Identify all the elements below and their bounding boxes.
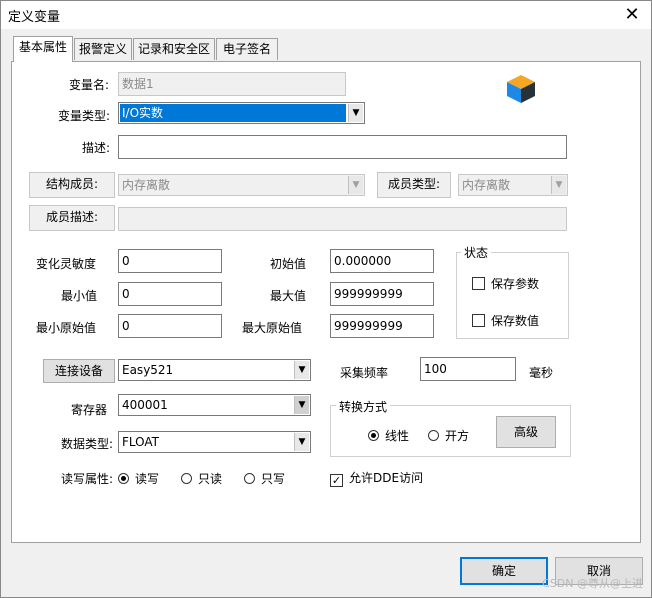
checkbox-icon[interactable] [472, 277, 485, 290]
dde-label: 允许DDE访问 [349, 471, 424, 485]
min-raw-input[interactable]: 0 [118, 314, 222, 338]
var-name-label: 变量名: [69, 78, 110, 92]
device-select[interactable]: Easy521 ▼ [118, 359, 311, 381]
watermark-text: CSDN @尊从@上进 [542, 577, 643, 590]
freq-input[interactable]: 100 [420, 357, 516, 381]
member-desc-input [118, 207, 567, 231]
datatype-label: 数据类型: [61, 437, 114, 451]
chevron-down-icon: ▼ [348, 176, 363, 194]
initial-value-label: 初始值 [270, 257, 307, 271]
linear-radio[interactable]: 线性 [368, 427, 409, 444]
close-icon[interactable]: ✕ [621, 4, 643, 26]
conversion-group-title: 转换方式 [336, 398, 391, 415]
radio-icon[interactable] [428, 430, 439, 441]
window-title: 定义变量 [8, 10, 61, 25]
readwrite-radio[interactable]: 读写 [118, 470, 159, 487]
freq-label: 采集频率 [340, 366, 389, 380]
radio-icon[interactable] [244, 473, 255, 484]
save-params-checkbox[interactable]: 保存参数 [472, 275, 539, 292]
writeonly-label: 只写 [261, 472, 286, 486]
readonly-label: 只读 [198, 472, 223, 486]
chevron-down-icon[interactable]: ▼ [294, 361, 309, 379]
ok-button[interactable]: 确定 [460, 557, 548, 585]
initial-value-input[interactable]: 0.000000 [330, 249, 434, 273]
tab-record-security[interactable]: 记录和安全区 [133, 38, 215, 60]
max-raw-input[interactable]: 999999999 [330, 314, 434, 338]
description-label: 描述: [82, 141, 111, 155]
dde-checkbox[interactable]: ✓ 允许DDE访问 [330, 469, 423, 487]
radio-icon[interactable] [181, 473, 192, 484]
checkbox-icon[interactable] [472, 314, 485, 327]
member-desc-label: 成员描述: [29, 205, 115, 231]
writeonly-radio[interactable]: 只写 [244, 470, 285, 487]
radio-selected-icon[interactable] [368, 430, 379, 441]
sensitivity-input[interactable]: 0 [118, 249, 222, 273]
var-type-value: I/O实数 [120, 104, 346, 122]
readwrite-label: 读写 [135, 472, 160, 486]
register-label: 寄存器 [71, 403, 108, 417]
cube-icon [507, 75, 535, 103]
title-bar: 定义变量 ✕ [1, 1, 651, 29]
register-value: 400001 [122, 398, 168, 412]
description-input[interactable] [118, 135, 567, 159]
min-value-label: 最小值 [61, 289, 98, 303]
device-value: Easy521 [122, 363, 174, 377]
status-group-title: 状态 [461, 244, 492, 261]
register-select[interactable]: 400001 ▼ [118, 394, 311, 416]
rw-label: 读写属性: [61, 472, 114, 486]
linear-label: 线性 [385, 429, 410, 443]
chevron-down-icon[interactable]: ▼ [294, 396, 309, 414]
sqrt-label: 开方 [445, 429, 470, 443]
sqrt-radio[interactable]: 开方 [428, 427, 469, 444]
datatype-value: FLOAT [122, 435, 160, 449]
struct-member-label: 结构成员: [29, 172, 115, 198]
advanced-button[interactable]: 高级 [496, 416, 556, 448]
save-values-checkbox[interactable]: 保存数值 [472, 312, 539, 329]
radio-selected-icon[interactable] [118, 473, 129, 484]
tab-alarm-definition[interactable]: 报警定义 [74, 38, 132, 60]
var-type-label: 变量类型: [58, 109, 111, 123]
var-type-select[interactable]: I/O实数 ▼ [118, 102, 365, 124]
min-raw-label: 最小原始值 [36, 321, 97, 335]
define-variable-dialog: 定义变量 ✕ 基本属性 报警定义 记录和安全区 电子签名 变量名: 数据1 变量… [0, 0, 652, 598]
freq-unit-label: 毫秒 [529, 366, 554, 380]
tab-e-signature[interactable]: 电子签名 [216, 38, 278, 60]
chevron-down-icon[interactable]: ▼ [348, 104, 363, 122]
chevron-down-icon[interactable]: ▼ [294, 433, 309, 451]
member-type-value: 内存离散 [462, 178, 511, 192]
save-params-label: 保存参数 [491, 277, 540, 291]
member-type-select: 内存离散 ▼ [458, 174, 568, 196]
tab-basic-properties[interactable]: 基本属性 [13, 36, 73, 62]
chevron-down-icon: ▼ [551, 176, 566, 194]
max-value-input[interactable]: 999999999 [330, 282, 434, 306]
var-name-input[interactable]: 数据1 [118, 72, 346, 96]
readonly-radio[interactable]: 只读 [181, 470, 222, 487]
struct-member-select: 内存离散 ▼ [118, 174, 365, 196]
sensitivity-label: 变化灵敏度 [36, 257, 97, 271]
save-values-label: 保存数值 [491, 314, 540, 328]
max-value-label: 最大值 [270, 289, 307, 303]
min-value-input[interactable]: 0 [118, 282, 222, 306]
datatype-select[interactable]: FLOAT ▼ [118, 431, 311, 453]
member-type-label: 成员类型: [377, 172, 451, 198]
max-raw-label: 最大原始值 [242, 321, 303, 335]
connect-device-button[interactable]: 连接设备 [43, 359, 115, 383]
checkmark-icon[interactable]: ✓ [330, 474, 343, 487]
struct-member-value: 内存离散 [122, 178, 171, 192]
